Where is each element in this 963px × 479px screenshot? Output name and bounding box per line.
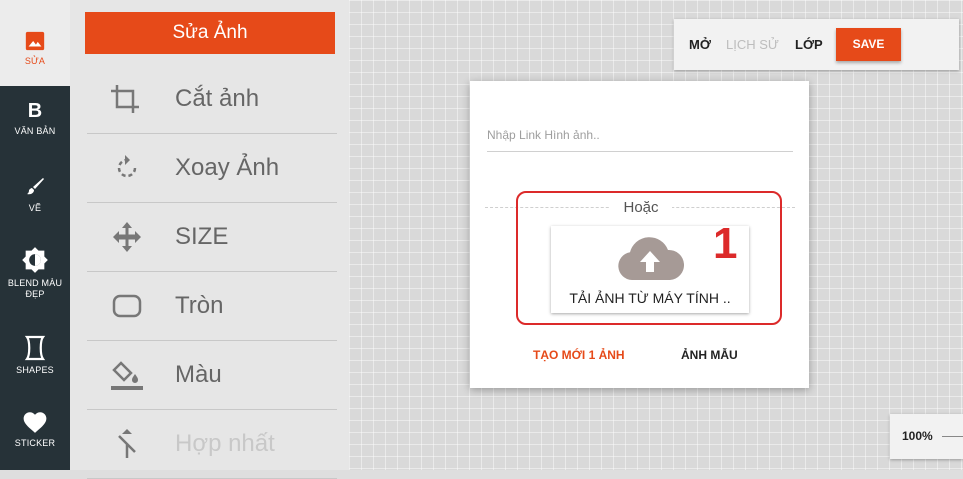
panel-title: Sửa Ảnh — [85, 12, 335, 54]
annotation-highlight-box — [516, 191, 782, 325]
sidebar-item-blend-mau-dep[interactable]: BLEND MÀU ĐẸP — [0, 246, 70, 316]
sidebar-item-sua[interactable]: SỬA — [0, 0, 70, 86]
tool-label: SIZE — [175, 223, 229, 250]
sidebar-item-label: VẼ — [28, 203, 42, 213]
layers-button[interactable]: LỚP — [795, 19, 823, 70]
merge-icon — [107, 428, 147, 460]
crop-icon — [107, 83, 147, 115]
tools-panel: Sửa Ảnh Cắt ảnh Xoay Ảnh SIZE Tròn Màu H… — [70, 0, 349, 479]
tool-color[interactable]: Màu — [87, 341, 337, 410]
tool-label: Màu — [175, 361, 222, 388]
bold-b-icon: B — [27, 100, 43, 122]
zoom-level: 100% — [902, 429, 933, 443]
save-button[interactable]: SAVE — [836, 28, 901, 61]
sidebar-item-label: BLEND MÀU ĐẸP — [7, 278, 63, 299]
sample-images-button[interactable]: ẢNH MẪU — [681, 348, 738, 362]
create-new-image-button[interactable]: TẠO MỚI 1 ẢNH — [533, 348, 625, 362]
tool-round[interactable]: Tròn — [87, 272, 337, 341]
sidebar-rail: SỬA B VĂN BẢN VẼ BLEND MÀU ĐẸP SHAPES ST… — [0, 0, 70, 470]
tool-label: Tròn — [175, 292, 224, 319]
tool-crop[interactable]: Cắt ảnh — [87, 65, 337, 134]
tool-size[interactable]: SIZE — [87, 203, 337, 272]
top-toolbar: MỞ LỊCH SỬ LỚP SAVE — [674, 19, 959, 70]
sidebar-item-van-ban[interactable]: B VĂN BẢN — [0, 100, 70, 160]
sidebar-item-label: SHAPES — [16, 365, 54, 375]
sidebar-item-shapes[interactable]: SHAPES — [0, 335, 70, 390]
tool-merge[interactable]: Hợp nhất — [87, 410, 337, 479]
heart-icon — [0, 410, 70, 434]
history-button[interactable]: LỊCH SỬ — [726, 19, 779, 70]
zoom-slider[interactable] — [942, 436, 963, 437]
annotation-step-number: 1 — [713, 219, 738, 268]
tool-label: Hợp nhất — [175, 430, 275, 457]
sidebar-item-ve[interactable]: VẼ — [0, 175, 70, 225]
image-link-input[interactable] — [487, 119, 793, 152]
sidebar-item-sticker[interactable]: STICKER — [0, 410, 70, 465]
sidebar-item-label: STICKER — [14, 438, 56, 448]
contrast-icon — [0, 246, 70, 274]
rotate-icon — [107, 152, 147, 184]
sidebar-item-label: SỬA — [24, 56, 46, 66]
open-image-dialog: Hoặc TẢI ẢNH TỪ MÁY TÍNH .. 1 TẠO MỚI 1 … — [470, 81, 809, 388]
tool-label: Xoay Ảnh — [175, 154, 280, 181]
shapes-icon — [0, 335, 70, 361]
move-arrows-icon — [107, 221, 147, 253]
tool-label: Cắt ảnh — [175, 85, 260, 112]
zoom-control[interactable]: 100% — [890, 414, 963, 459]
image-icon — [0, 0, 70, 52]
brush-icon — [0, 175, 70, 199]
sidebar-item-label: VĂN BẢN — [14, 126, 56, 136]
rounded-rect-icon — [107, 290, 147, 322]
paint-bucket-icon — [107, 359, 147, 391]
open-button[interactable]: MỞ — [689, 19, 711, 70]
tool-rotate[interactable]: Xoay Ảnh — [87, 134, 337, 203]
